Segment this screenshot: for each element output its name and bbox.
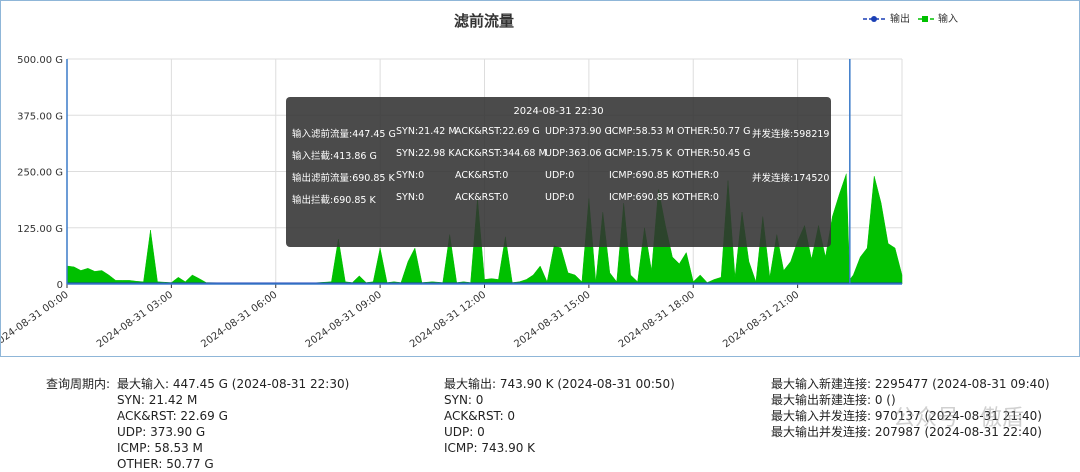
tooltip-cell: OTHER:50.45 G bbox=[677, 148, 751, 159]
x-tick-label: 2024-08-31 09:00 bbox=[304, 289, 384, 350]
tooltip-cell: 并发连接:174520 bbox=[752, 173, 830, 184]
tooltip-cell: OTHER:0 bbox=[677, 170, 719, 181]
tooltip-row: 输入滤前流量:447.45 G SYN:21.42 M ACK&RST:22.69 … bbox=[286, 126, 831, 140]
stat-line: UDP: 373.90 G bbox=[117, 425, 206, 439]
tooltip-cell: OTHER:0 bbox=[677, 192, 719, 203]
tooltip-cell: ACK&RST:344.68 M bbox=[455, 148, 547, 159]
tooltip-cell: UDP:0 bbox=[545, 192, 575, 203]
tooltip-cell: 输入滤前流量:447.45 G bbox=[292, 129, 396, 140]
stats-period-label: 查询周期内: bbox=[46, 376, 110, 392]
x-tick-label: 2024-08-31 03:00 bbox=[95, 289, 175, 350]
tooltip-cell: SYN:0 bbox=[396, 170, 425, 181]
stat-line: 最大输出: 743.90 K (2024-08-31 00:50) bbox=[444, 377, 675, 391]
chart-title: 滤前流量 bbox=[454, 12, 514, 30]
tooltip-cell: 输入拦截:413.86 G bbox=[292, 151, 377, 162]
tooltip-cell: ICMP:15.75 K bbox=[609, 148, 673, 159]
data-tooltip: 2024-08-31 22:30 输入滤前流量:447.45 G SYN:21.4… bbox=[286, 97, 831, 247]
y-tick-label: 125.00 G bbox=[17, 224, 63, 235]
stat-line: ACK&RST: 0 bbox=[444, 409, 516, 423]
x-tick-label: 2024-08-31 06:00 bbox=[199, 289, 279, 350]
tooltip-cell: UDP:373.90 G bbox=[545, 126, 612, 137]
stat-line: 最大输入新建连接: 2295477 (2024-08-31 09:40) bbox=[771, 377, 1050, 391]
legend-label-output: 输出 bbox=[890, 12, 910, 25]
legend-item-input[interactable]: 输入 bbox=[918, 12, 958, 25]
stats-input-column: 最大输入: 447.45 G (2024-08-31 22:30) SYN: 21… bbox=[117, 376, 349, 472]
x-tick-label: 2024-08-31 00:00 bbox=[1, 289, 71, 350]
stat-line: OTHER: 50.77 G bbox=[117, 457, 214, 471]
tooltip-cell: ACK&RST:22.69 G bbox=[455, 126, 540, 137]
tooltip-row: 输入拦截:413.86 G SYN:22.98 K ACK&RST:344.68 M… bbox=[286, 148, 831, 162]
watermark: 公众号 · 傲盾 bbox=[893, 406, 1024, 431]
tooltip-cell: 输出滤前流量:690.85 K bbox=[292, 173, 395, 184]
tooltip-time: 2024-08-31 22:30 bbox=[513, 106, 604, 117]
tooltip-cell: ICMP:58.53 M bbox=[609, 126, 674, 137]
tooltip-cell: ICMP:690.85 K bbox=[609, 192, 679, 203]
tooltip-cell: SYN:0 bbox=[396, 192, 425, 203]
x-tick-label: 2024-08-31 21:00 bbox=[721, 289, 801, 350]
tooltip-cell: ACK&RST:0 bbox=[455, 192, 509, 203]
x-tick-label: 2024-08-31 12:00 bbox=[408, 289, 488, 350]
y-tick-label: 250.00 G bbox=[17, 168, 63, 179]
x-tick-label: 2024-08-31 18:00 bbox=[617, 289, 697, 350]
tooltip-cell: ICMP:690.85 K bbox=[609, 170, 679, 181]
tooltip-row: 输出滤前流量:690.85 K SYN:0 ACK&RST:0 UDP:0 ICMP:6… bbox=[286, 170, 831, 184]
legend[interactable]: 输出 输入 bbox=[863, 12, 958, 25]
legend-label-input: 输入 bbox=[938, 12, 958, 25]
stat-line: SYN: 21.42 M bbox=[117, 393, 198, 407]
tooltip-cell: UDP:363.06 G bbox=[545, 148, 612, 159]
tooltip-cell: ACK&RST:0 bbox=[455, 170, 509, 181]
stats-output-column: 最大输出: 743.90 K (2024-08-31 00:50) SYN: 0 A… bbox=[444, 376, 675, 456]
tooltip-cell: UDP:0 bbox=[545, 170, 575, 181]
tooltip-cell: 输出拦截:690.85 K bbox=[292, 195, 376, 206]
tooltip-cell: SYN:21.42 M bbox=[396, 126, 457, 137]
stat-line: ICMP: 58.53 M bbox=[117, 441, 203, 455]
legend-item-output[interactable]: 输出 bbox=[863, 12, 910, 25]
chart-panel: 0 125.00 G 250.00 G 375.00 G 500.00 G 2024-08… bbox=[0, 0, 1080, 357]
tooltip-cell: SYN:22.98 K bbox=[396, 148, 455, 159]
tooltip-cell: 并发连接:598219 bbox=[752, 129, 830, 140]
x-tick-label: 2024-08-31 15:00 bbox=[512, 289, 592, 350]
tooltip-cell: OTHER:50.77 G bbox=[677, 126, 751, 137]
stat-line: SYN: 0 bbox=[444, 393, 484, 407]
stat-line: UDP: 0 bbox=[444, 425, 485, 439]
y-tick-label: 375.00 G bbox=[17, 111, 63, 122]
stat-line: 最大输入: 447.45 G (2024-08-31 22:30) bbox=[117, 377, 350, 391]
stat-line: ICMP: 743.90 K bbox=[444, 441, 536, 455]
y-tick-label: 500.00 G bbox=[17, 55, 63, 66]
tooltip-row: 输出拦截:690.85 K SYN:0 ACK&RST:0 UDP:0 ICMP:690… bbox=[286, 192, 831, 206]
stat-line: ACK&RST: 22.69 G bbox=[117, 409, 228, 423]
y-tick-label: 0 bbox=[57, 280, 63, 291]
stats-label: 查询周期内: bbox=[46, 377, 111, 391]
